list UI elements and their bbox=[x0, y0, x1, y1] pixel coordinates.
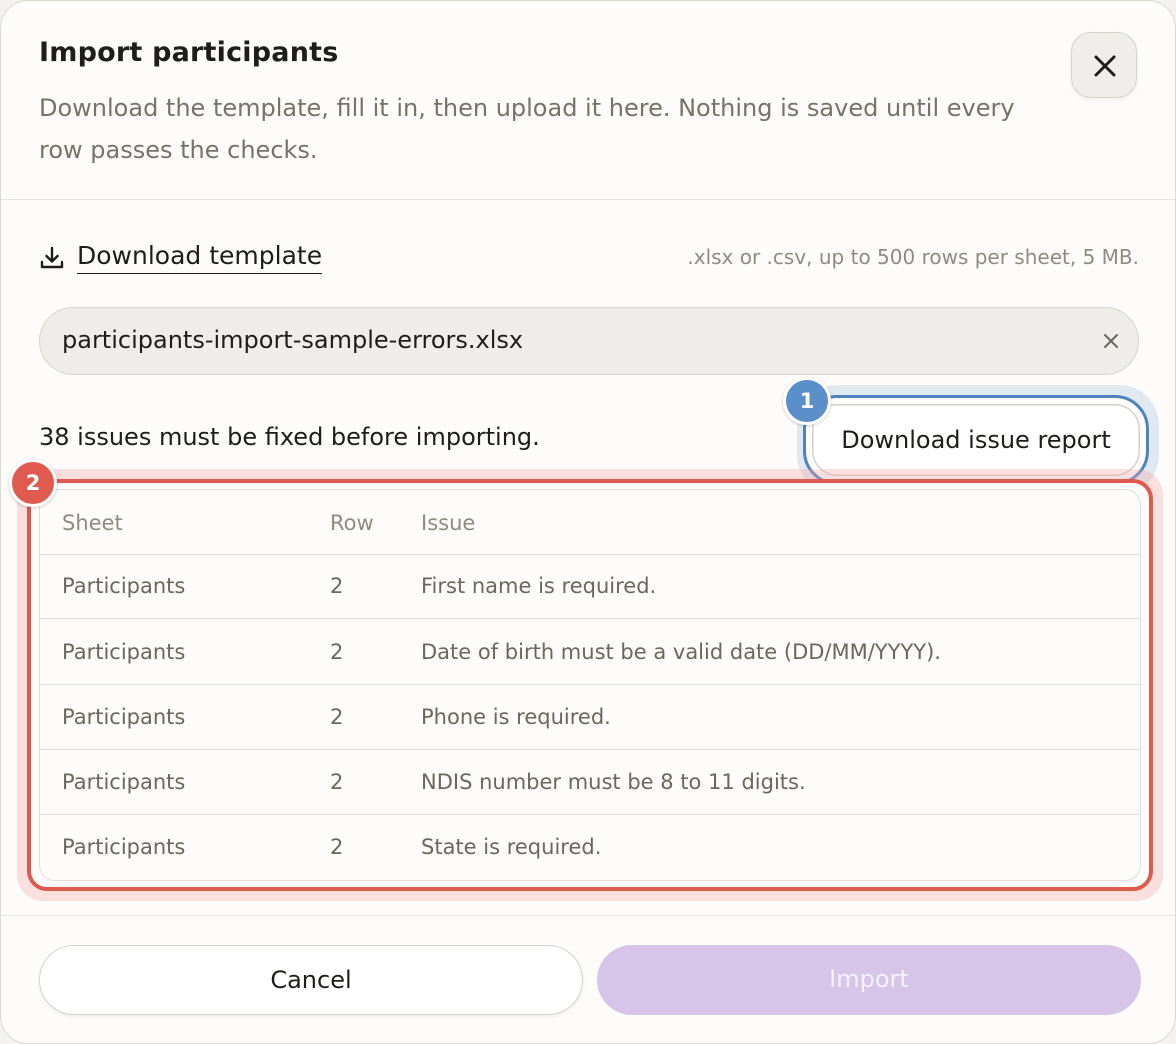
cell-sheet: Participants bbox=[62, 574, 186, 598]
annotation-badge-2: 2 bbox=[9, 459, 57, 507]
cell-row: 2 bbox=[330, 835, 344, 859]
table-row: Participants 2 Phone is required. bbox=[40, 685, 1140, 750]
dialog-subtitle: Download the template, fill it in, then … bbox=[39, 94, 1015, 164]
table-header: Sheet Row Issue bbox=[40, 490, 1140, 555]
cell-row: 2 bbox=[330, 770, 344, 794]
header-issue: Issue bbox=[421, 511, 476, 535]
import-button[interactable]: Import bbox=[597, 945, 1141, 1015]
cell-sheet: Participants bbox=[62, 640, 186, 664]
download-template-label: Download template bbox=[77, 241, 323, 274]
cell-issue: State is required. bbox=[421, 835, 602, 859]
download-issue-report-label: Download issue report bbox=[841, 426, 1111, 454]
cancel-label: Cancel bbox=[270, 966, 352, 994]
file-requirements-hint: .xlsx or .csv, up to 500 rows per sheet,… bbox=[687, 245, 1139, 269]
cell-issue: Phone is required. bbox=[421, 705, 611, 729]
header-sheet: Sheet bbox=[62, 511, 123, 535]
table-row: Participants 2 First name is required. bbox=[40, 554, 1140, 619]
selected-file-field[interactable]: participants-import-sample-errors.xlsx bbox=[39, 307, 1139, 375]
header-row: Row bbox=[330, 511, 374, 535]
issues-table: Sheet Row Issue Participants 2 First nam… bbox=[39, 489, 1141, 881]
import-label: Import bbox=[829, 965, 909, 993]
file-name: participants-import-sample-errors.xlsx bbox=[62, 326, 524, 354]
dialog-title: Import participants bbox=[39, 37, 339, 68]
download-icon bbox=[40, 246, 64, 269]
cell-row: 2 bbox=[330, 640, 344, 664]
cancel-button[interactable]: Cancel bbox=[39, 945, 583, 1015]
issue-summary: 38 issues must be fixed before importing… bbox=[39, 423, 540, 451]
cell-issue: Date of birth must be a valid date (DD/M… bbox=[421, 640, 941, 664]
cell-row: 2 bbox=[330, 705, 344, 729]
dialog-header: Import participants Download the templat… bbox=[1, 1, 1175, 200]
cell-issue: NDIS number must be 8 to 11 digits. bbox=[421, 770, 806, 794]
close-button[interactable] bbox=[1071, 32, 1137, 98]
close-icon bbox=[1094, 55, 1116, 77]
cell-sheet: Participants bbox=[62, 835, 186, 859]
cell-issue: First name is required. bbox=[421, 574, 657, 598]
dialog-footer-divider bbox=[1, 915, 1175, 916]
clear-icon[interactable] bbox=[1102, 332, 1120, 350]
cell-sheet: Participants bbox=[62, 705, 186, 729]
cell-sheet: Participants bbox=[62, 770, 186, 794]
import-dialog: Import participants Download the templat… bbox=[0, 0, 1176, 1044]
table-row: Participants 2 NDIS number must be 8 to … bbox=[40, 750, 1140, 815]
table-row: Participants 2 Date of birth must be a v… bbox=[40, 620, 1140, 685]
cell-row: 2 bbox=[330, 574, 344, 598]
annotation-badge-1: 1 bbox=[783, 377, 831, 425]
table-row: Participants 2 State is required. bbox=[40, 815, 1140, 879]
